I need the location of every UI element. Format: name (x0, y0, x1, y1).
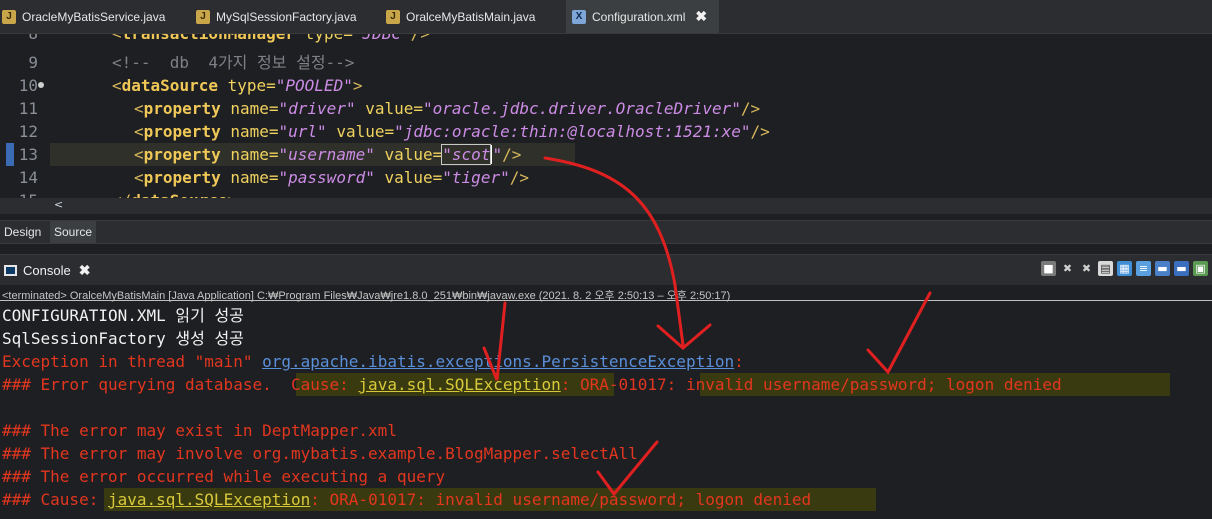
fold-icon[interactable] (38, 82, 44, 88)
code-line: 10 <dataSource type="POOLED"> (18, 76, 363, 95)
show-stderr-icon[interactable]: ▬ (1174, 261, 1189, 276)
word-wrap-icon[interactable]: ≡ (1136, 261, 1151, 276)
console-line: ### The error occurred while executing a… (2, 467, 446, 486)
console-line: CONFIGURATION.XML 읽기 성공 (2, 306, 244, 325)
java-file-icon: J (2, 9, 16, 24)
console-line: ### Error querying database. Cause: java… (2, 375, 1062, 394)
code-line-current: 13 <property name="username" value="scot… (0, 143, 1212, 166)
show-stdout-icon[interactable]: ▬ (1155, 261, 1170, 276)
scroll-lock-icon[interactable]: ▦ (1117, 261, 1132, 276)
xml-file-icon: X (572, 9, 586, 24)
clear-console-icon[interactable]: ▤ (1098, 261, 1113, 276)
console-output[interactable]: CONFIGURATION.XML 읽기 성공 SqlSessionFactor… (0, 304, 1212, 519)
exception-link[interactable]: java.sql.SQLException (358, 375, 560, 394)
xml-editor[interactable]: 8 <transactionManager type="JDBC"/> 9 <!… (0, 34, 1212, 198)
tab-configuration-xml[interactable]: X Configuration.xml ✖ (566, 0, 720, 33)
scroll-left-icon[interactable]: < (54, 198, 63, 211)
console-line: Exception in thread "main" org.apache.ib… (2, 352, 744, 371)
code-text: <transactionManager type="JDBC"/> (112, 34, 430, 45)
editor-tab-bar: J OracleMyBatisService.java J MySqlSessi… (0, 0, 1212, 34)
pin-console-icon[interactable]: ▣ (1193, 261, 1208, 276)
console-line: SqlSessionFactory 생성 성공 (2, 329, 244, 348)
remove-all-icon[interactable]: ✖ (1079, 261, 1094, 276)
tab-source[interactable]: Source (50, 221, 97, 243)
code-line: 8 <transactionManager type="JDBC"/> (0, 34, 1212, 45)
java-file-icon: J (386, 9, 400, 24)
tab-console[interactable]: Console ✖ (4, 255, 90, 285)
exception-link[interactable]: org.apache.ibatis.exceptions.Persistence… (262, 352, 734, 371)
tab-oracle-mybatis-service[interactable]: J OracleMyBatisService.java (2, 0, 165, 33)
console-view-header: Console ✖ ■ ✖ ✖ ▤ ▦ ≡ ▬ ▬ ▣ (0, 254, 1212, 285)
terminate-icon[interactable]: ■ (1041, 261, 1056, 276)
tab-mysql-session-factory[interactable]: J MySqlSessionFactory.java (196, 0, 357, 33)
code-line: 15 </dataSource> (0, 189, 1212, 198)
tab-design[interactable]: Design (0, 221, 45, 243)
code-line: 11 <property name="driver" value="oracle… (18, 99, 761, 118)
horizontal-scrollbar[interactable]: < (0, 198, 1212, 214)
console-icon (4, 264, 17, 276)
java-file-icon: J (196, 9, 210, 24)
console-toolbar: ■ ✖ ✖ ▤ ▦ ≡ ▬ ▬ ▣ (1041, 261, 1208, 276)
console-line: ### The error may exist in DeptMapper.xm… (2, 421, 397, 440)
code-line: 9 <!-- db 4가지 정보 설정--> (28, 53, 355, 72)
code-line: 14 <property name="password" value="tige… (18, 168, 529, 187)
console-line: ### Cause: java.sql.SQLException: ORA-01… (2, 490, 812, 509)
close-icon[interactable]: ✖ (79, 262, 91, 279)
editor-mode-tabs: Design Source (0, 220, 1212, 244)
remove-launch-icon[interactable]: ✖ (1060, 261, 1075, 276)
divider (0, 300, 1212, 301)
exception-link[interactable]: java.sql.SQLException (108, 490, 310, 509)
console-line: ### The error may involve org.mybatis.ex… (2, 444, 638, 463)
code-line: 12 <property name="url" value="jdbc:orac… (18, 122, 770, 141)
tab-oralce-mybatis-main[interactable]: J OralceMyBatisMain.java (386, 0, 535, 33)
close-icon[interactable]: ✖ (695, 8, 707, 25)
